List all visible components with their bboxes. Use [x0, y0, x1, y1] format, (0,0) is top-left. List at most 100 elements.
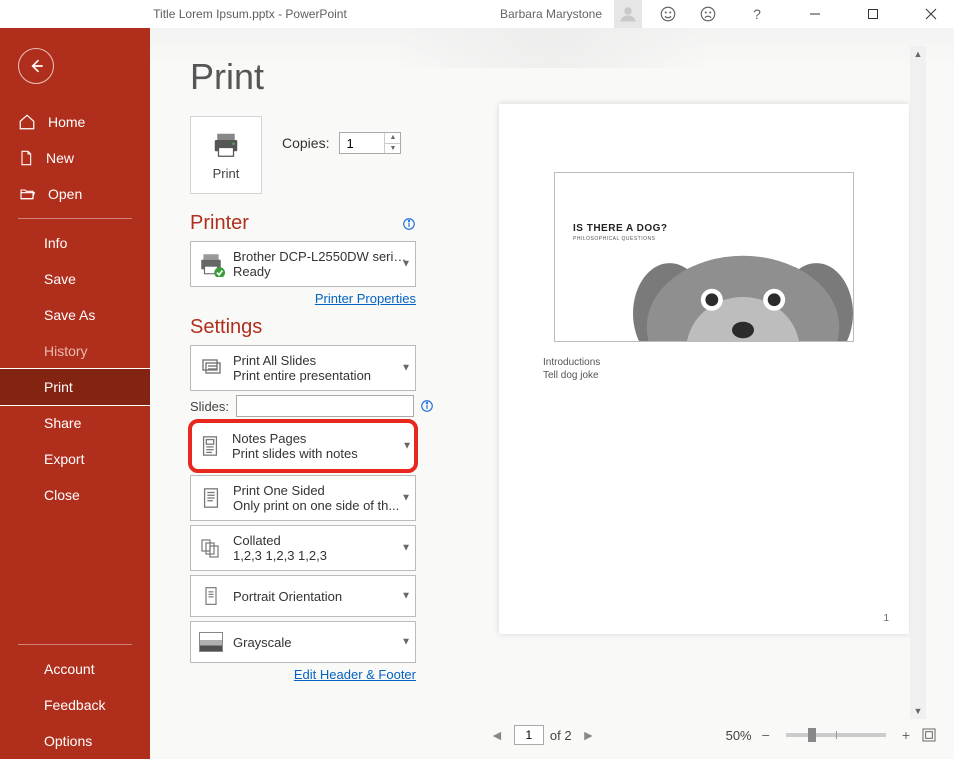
help-button[interactable]: ?: [734, 0, 780, 28]
setting-sub: Print entire presentation: [233, 368, 409, 383]
chevron-down-icon: ▼: [401, 259, 411, 270]
zoom-level: 50%: [726, 728, 752, 743]
open-icon: [18, 186, 36, 202]
info-icon[interactable]: [420, 399, 434, 413]
sidebar-item-new[interactable]: New: [0, 140, 150, 176]
grayscale-icon: [197, 626, 225, 658]
spin-up[interactable]: ▲: [384, 133, 400, 144]
sidebar-item-home[interactable]: Home: [0, 104, 150, 140]
zoom-to-fit-button[interactable]: [920, 726, 938, 744]
sidebar-item-share[interactable]: Share: [0, 405, 150, 441]
setting-color[interactable]: Grayscale ▼: [190, 621, 416, 663]
sidebar-item-label: Home: [48, 114, 85, 130]
sidebar-item-label: New: [46, 150, 74, 166]
maximize-button[interactable]: [850, 0, 896, 28]
preview-notes: Introductions Tell dog joke: [533, 356, 875, 382]
info-icon[interactable]: [402, 217, 416, 231]
setting-print-all-slides[interactable]: Print All Slides Print entire presentati…: [190, 345, 416, 391]
setting-title: Notes Pages: [232, 431, 410, 446]
sidebar-item-save-as[interactable]: Save As: [0, 297, 150, 333]
copies-label: Copies:: [282, 135, 329, 151]
sidebar-item-save[interactable]: Save: [0, 261, 150, 297]
printer-dropdown[interactable]: Brother DCP-L2550DW serie... Ready ▼: [190, 241, 416, 287]
slides-input[interactable]: [236, 395, 414, 417]
note-line: Introductions: [543, 356, 875, 369]
setting-orientation[interactable]: Portrait Orientation ▼: [190, 575, 416, 617]
sidebar-item-info[interactable]: Info: [0, 225, 150, 261]
chevron-down-icon: ▼: [401, 493, 411, 504]
setting-one-sided[interactable]: Print One Sided Only print on one side o…: [190, 475, 416, 521]
print-button-label: Print: [213, 166, 240, 181]
feedback-frown-icon[interactable]: [694, 0, 722, 28]
setting-sub: 1,2,3 1,2,3 1,2,3: [233, 548, 409, 563]
sidebar-item-account[interactable]: Account: [0, 651, 150, 687]
sidebar-item-history[interactable]: History: [0, 333, 150, 369]
dog-image: [623, 231, 853, 341]
setting-collated[interactable]: Collated 1,2,3 1,2,3 1,2,3 ▼: [190, 525, 416, 571]
collated-icon: [197, 532, 225, 564]
chevron-down-icon: ▼: [401, 637, 411, 648]
copies-value: 1: [346, 136, 353, 151]
app-title: Title Lorem Ipsum.pptx - PowerPoint: [0, 7, 500, 21]
divider: [18, 218, 132, 219]
page-of-label: of 2: [550, 728, 572, 743]
setting-notes-pages[interactable]: Notes Pages Print slides with notes ▼: [190, 421, 416, 471]
preview-page: IS THERE A DOG? PHILOSOPHICAL QUESTIONS: [499, 104, 909, 634]
minimize-button[interactable]: [792, 0, 838, 28]
zoom-in-button[interactable]: +: [898, 727, 914, 743]
slides-stack-icon: [197, 352, 225, 384]
sidebar-item-close[interactable]: Close: [0, 477, 150, 513]
next-page-button[interactable]: ►: [578, 727, 600, 743]
print-preview: IS THERE A DOG? PHILOSOPHICAL QUESTIONS: [482, 46, 942, 745]
one-sided-icon: [197, 482, 225, 514]
preview-slide: IS THERE A DOG? PHILOSOPHICAL QUESTIONS: [554, 172, 854, 342]
printer-status: Ready: [233, 264, 409, 279]
page-number-input[interactable]: [514, 725, 544, 745]
scroll-up[interactable]: ▲: [910, 46, 926, 62]
setting-sub: Print slides with notes: [232, 446, 410, 461]
sidebar-item-feedback[interactable]: Feedback: [0, 687, 150, 723]
zoom-slider[interactable]: [786, 733, 886, 737]
avatar[interactable]: [614, 0, 642, 28]
print-button[interactable]: Print: [190, 116, 262, 194]
zoom-out-button[interactable]: −: [758, 727, 774, 743]
sidebar-item-options[interactable]: Options: [0, 723, 150, 759]
edit-header-footer-link[interactable]: Edit Header & Footer: [190, 667, 416, 682]
setting-sub: Only print on one side of th...: [233, 498, 409, 513]
user-name: Barbara Marystone: [500, 7, 602, 21]
chevron-down-icon: ▼: [401, 363, 411, 374]
preview-page-number: 1: [883, 613, 889, 624]
chevron-down-icon: ▼: [401, 543, 411, 554]
zoom-thumb[interactable]: [808, 728, 816, 742]
prev-page-button[interactable]: ◄: [486, 727, 508, 743]
sidebar-item-open[interactable]: Open: [0, 176, 150, 212]
setting-title: Grayscale: [233, 635, 409, 650]
home-icon: [18, 113, 36, 131]
scroll-down[interactable]: ▼: [910, 703, 926, 719]
new-icon: [18, 149, 34, 167]
close-button[interactable]: [908, 0, 954, 28]
printer-properties-link[interactable]: Printer Properties: [190, 291, 416, 306]
setting-title: Print All Slides: [233, 353, 409, 368]
chevron-down-icon: ▼: [401, 591, 411, 602]
printer-heading: Printer: [190, 212, 436, 235]
printer-name: Brother DCP-L2550DW serie...: [233, 249, 409, 264]
printer-icon: [209, 130, 243, 160]
divider: [18, 644, 132, 645]
feedback-smile-icon[interactable]: [654, 0, 682, 28]
preview-footer: ◄ of 2 ► 50% − +: [482, 719, 942, 745]
setting-title: Collated: [233, 533, 409, 548]
spin-down[interactable]: ▼: [384, 144, 400, 154]
settings-heading: Settings: [190, 316, 436, 339]
preview-scrollbar[interactable]: ▲ ▼: [910, 46, 926, 719]
note-line: Tell dog joke: [543, 369, 875, 382]
back-button[interactable]: [18, 48, 54, 84]
printer-status-icon: [197, 248, 225, 280]
backstage-sidebar: Home New Open Info Save Save As History …: [0, 28, 150, 759]
copies-input[interactable]: 1 ▲▼: [339, 132, 401, 154]
chevron-down-icon: ▼: [402, 441, 412, 452]
setting-title: Portrait Orientation: [233, 589, 409, 604]
sidebar-item-print[interactable]: Print: [0, 369, 150, 405]
notes-page-icon: [196, 430, 224, 462]
sidebar-item-export[interactable]: Export: [0, 441, 150, 477]
